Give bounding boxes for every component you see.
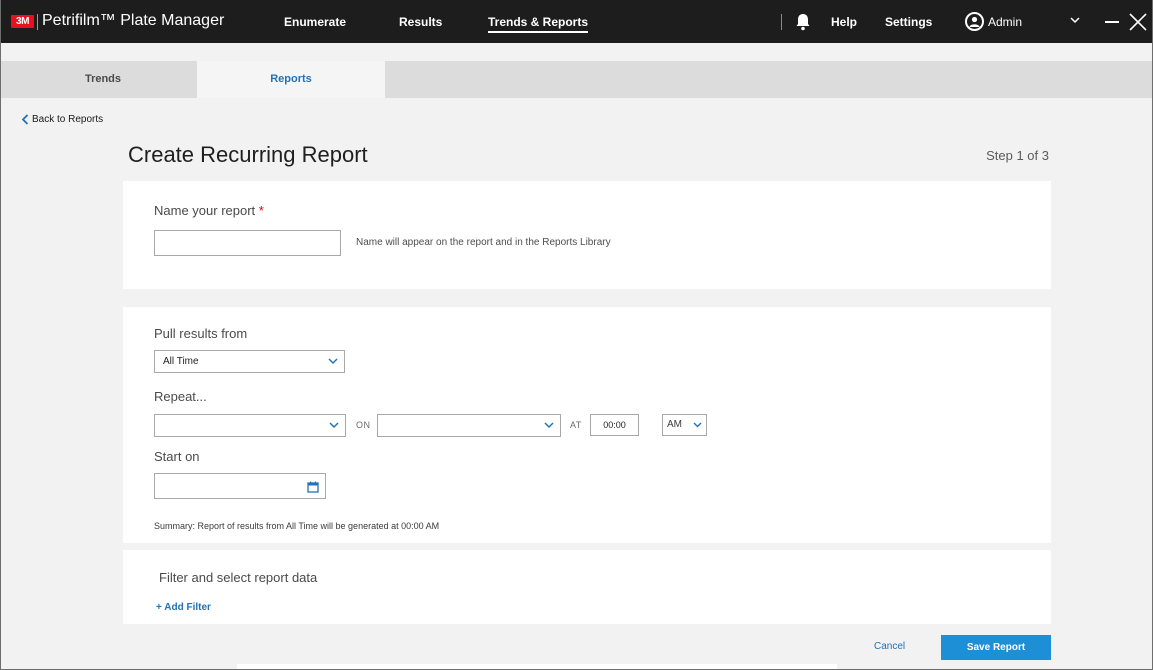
nav-trends-reports[interactable]: Trends & Reports (488, 15, 589, 33)
tab-reports[interactable]: Reports (197, 61, 385, 98)
user-icon[interactable] (965, 12, 984, 31)
repeat-select[interactable] (154, 414, 346, 437)
chevron-down-icon (329, 422, 339, 429)
bell-icon[interactable] (795, 13, 811, 31)
repeat-label: Repeat... (154, 389, 207, 404)
filter-label: Filter and select report data (159, 570, 318, 585)
chevron-down-icon (544, 422, 554, 429)
tab-trends[interactable]: Trends (9, 61, 197, 98)
back-link-label: Back to Reports (32, 114, 104, 126)
name-label: Name your report * (154, 203, 264, 218)
step-indicator: Step 1 of 3 (986, 148, 1049, 163)
pull-results-value: All Time (163, 356, 199, 367)
report-name-hint: Name will appear on the report and in th… (356, 237, 611, 248)
chevron-down-icon (693, 422, 702, 428)
help-link[interactable]: Help (831, 15, 857, 29)
on-select[interactable] (377, 414, 561, 437)
topbar-divider (781, 14, 782, 30)
pull-results-select[interactable]: All Time (154, 350, 345, 373)
schedule-card: Pull results from All Time Repeat... ON … (123, 307, 1051, 543)
ampm-select[interactable]: AM (662, 414, 707, 436)
cancel-button[interactable]: Cancel (874, 641, 905, 652)
settings-link[interactable]: Settings (885, 15, 932, 29)
top-bar: 3M Petrifilm™ Plate Manager Enumerate Re… (1, 0, 1152, 43)
nav-enumerate[interactable]: Enumerate (284, 15, 346, 29)
app-title: Petrifilm™ Plate Manager (42, 12, 225, 29)
time-input[interactable]: 00:00 (590, 414, 639, 436)
calendar-icon[interactable] (307, 481, 319, 493)
subtab-bar: Trends Reports (1, 61, 1152, 98)
add-filter-button[interactable]: + Add Filter (156, 602, 211, 613)
start-date-input[interactable] (154, 473, 326, 499)
logo-divider (37, 14, 38, 30)
brand-logo: 3M (11, 15, 34, 28)
report-name-card: Name your report * Name will appear on t… (123, 181, 1051, 289)
chevron-down-icon (328, 358, 338, 365)
name-label-text: Name your report (154, 203, 256, 218)
nav-results[interactable]: Results (399, 15, 442, 29)
chevron-down-icon[interactable] (1069, 15, 1081, 25)
pull-results-label: Pull results from (154, 326, 248, 341)
chevron-left-icon (21, 114, 29, 125)
page-title: Create Recurring Report (128, 142, 368, 167)
footer-strip (237, 664, 837, 669)
minimize-icon[interactable] (1105, 21, 1119, 23)
filter-card: Filter and select report data + Add Filt… (123, 550, 1051, 624)
schedule-summary: Summary: Report of results from All Time… (154, 521, 440, 531)
user-name[interactable]: Admin (988, 15, 1022, 29)
on-label: ON (356, 420, 371, 430)
close-icon[interactable] (1127, 11, 1149, 33)
at-label: AT (570, 420, 582, 430)
ampm-value: AM (667, 419, 682, 430)
start-on-label: Start on (154, 449, 200, 464)
app-window: 3M Petrifilm™ Plate Manager Enumerate Re… (0, 0, 1153, 670)
save-report-button[interactable]: Save Report (941, 635, 1051, 660)
back-to-reports-link[interactable]: Back to Reports (21, 114, 103, 125)
report-name-input[interactable] (154, 230, 341, 256)
required-mark: * (258, 203, 264, 218)
